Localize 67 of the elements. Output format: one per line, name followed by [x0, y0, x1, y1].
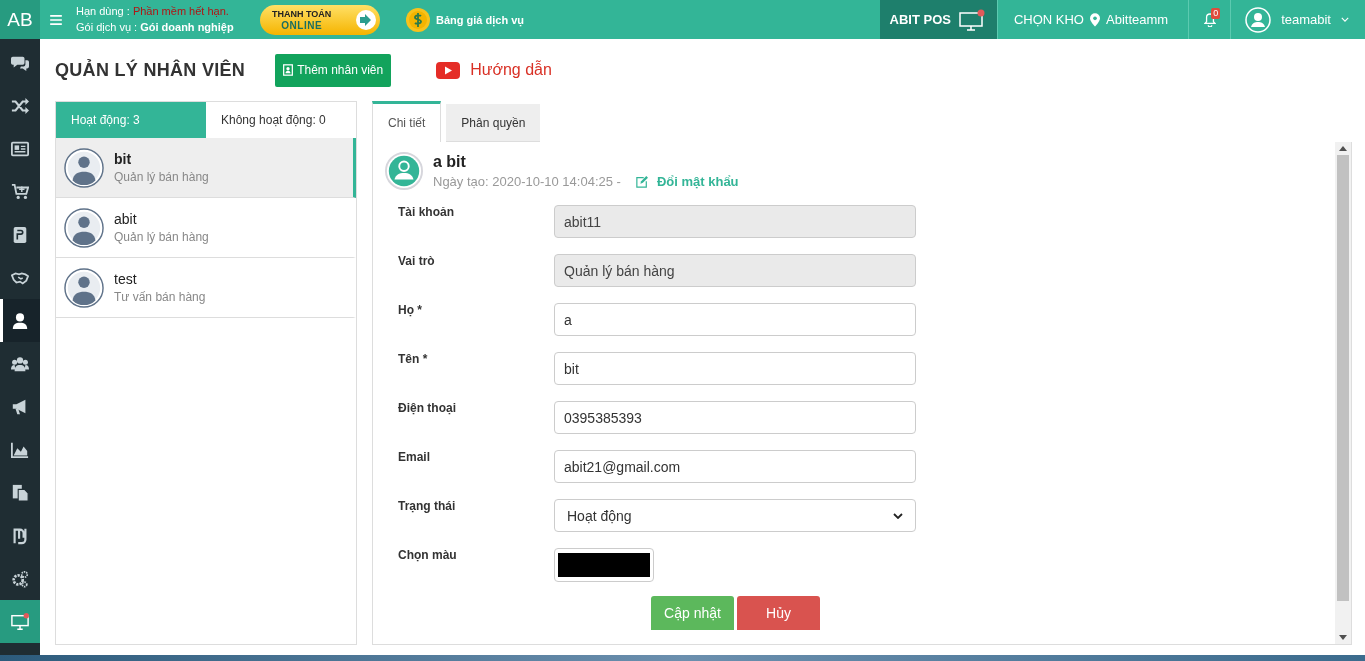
- input-field[interactable]: abit21@gmail.com: [554, 450, 916, 483]
- monitor-icon: [958, 8, 985, 31]
- detail-tab[interactable]: Phân quyền: [446, 104, 541, 142]
- staff-role: Tư vấn bán hàng: [114, 290, 206, 304]
- sidebar-item[interactable]: [0, 299, 40, 342]
- profile-avatar-icon: [385, 152, 423, 190]
- caret-icon: [1341, 17, 1349, 22]
- cart-icon: [11, 182, 29, 201]
- staff-role: Quản lý bán hàng: [114, 230, 209, 244]
- staff-list-item[interactable]: bit Quản lý bán hàng: [56, 138, 356, 198]
- warehouse-label: CHỌN KHO: [1013, 12, 1084, 27]
- dropdown[interactable]: Hoạt động: [554, 499, 916, 532]
- map-pin-icon: [1090, 12, 1100, 27]
- group-icon: [11, 354, 29, 373]
- created-date: Ngày tạo: 2020-10-10 14:04:25 -: [433, 174, 621, 189]
- cancel-button[interactable]: Hủy: [737, 596, 820, 630]
- notification-button[interactable]: 0: [1189, 0, 1232, 39]
- field-label: Email: [398, 450, 431, 464]
- field-label: Tài khoản: [398, 205, 455, 219]
- input-field[interactable]: a: [554, 303, 916, 336]
- staff-name: bit: [114, 151, 133, 167]
- staff-list-item[interactable]: abit Quản lý bán hàng: [56, 198, 356, 258]
- field-label: Điện thoại: [398, 401, 457, 415]
- menu-icon[interactable]: [50, 14, 62, 25]
- page-title: QUẢN LÝ NHÂN VIÊN: [55, 59, 246, 81]
- field-label: Tên *: [398, 352, 429, 366]
- contact-card-icon: [283, 64, 294, 76]
- area-chart-icon: [11, 440, 29, 459]
- avatar-icon: [1245, 6, 1272, 33]
- scroll-up-icon[interactable]: [1339, 146, 1347, 151]
- chevron-down-icon: [893, 512, 903, 519]
- guide-link[interactable]: Hướng dẫn: [436, 61, 552, 79]
- app-logo: AB: [0, 0, 40, 39]
- staff-role: Quản lý bán hàng: [114, 170, 209, 184]
- notification-badge: 0: [1211, 8, 1221, 19]
- staff-list-item[interactable]: test Tư vấn bán hàng: [56, 258, 356, 318]
- coin-icon: [406, 7, 430, 32]
- person-icon: [11, 311, 29, 330]
- edit-icon: [635, 175, 648, 188]
- pay-online-button[interactable]: THANH TOÁN ONLINE: [260, 4, 380, 35]
- input-field[interactable]: bit: [554, 352, 916, 385]
- shuffle-icon: [11, 96, 29, 115]
- person-avatar-icon: [64, 267, 104, 308]
- monitor-icon: [11, 612, 29, 631]
- person-avatar-icon: [64, 147, 104, 188]
- video-play-icon: [436, 61, 461, 79]
- scroll-down-icon[interactable]: [1339, 635, 1347, 640]
- field-label: Họ *: [398, 303, 423, 317]
- scrollbar[interactable]: [1335, 142, 1351, 644]
- expiry-text: Hạn dùng : Phần mềm hết hạn.: [76, 5, 230, 18]
- plan-text: Gói dịch vụ : Gói doanh nghiệp: [76, 21, 235, 34]
- newspaper-icon: [11, 139, 29, 158]
- bell-icon: [1203, 12, 1216, 27]
- files-icon: [11, 483, 29, 502]
- field-label: Chọn màu: [398, 548, 458, 562]
- staff-name: test: [114, 271, 138, 287]
- field-label: Trạng thái: [398, 499, 457, 513]
- detail-tab[interactable]: Chi tiết: [372, 101, 442, 142]
- profile-name: a bit: [433, 153, 467, 171]
- currency-icon: [11, 526, 29, 545]
- document-icon: [11, 225, 29, 244]
- staff-name: abit: [114, 211, 138, 227]
- scroll-thumb[interactable]: [1337, 155, 1349, 601]
- field-label: Vai trò: [398, 254, 436, 268]
- pos-button[interactable]: ABIT POS: [879, 0, 997, 39]
- person-avatar-icon: [64, 207, 104, 248]
- input-field[interactable]: 0395385393: [554, 401, 916, 434]
